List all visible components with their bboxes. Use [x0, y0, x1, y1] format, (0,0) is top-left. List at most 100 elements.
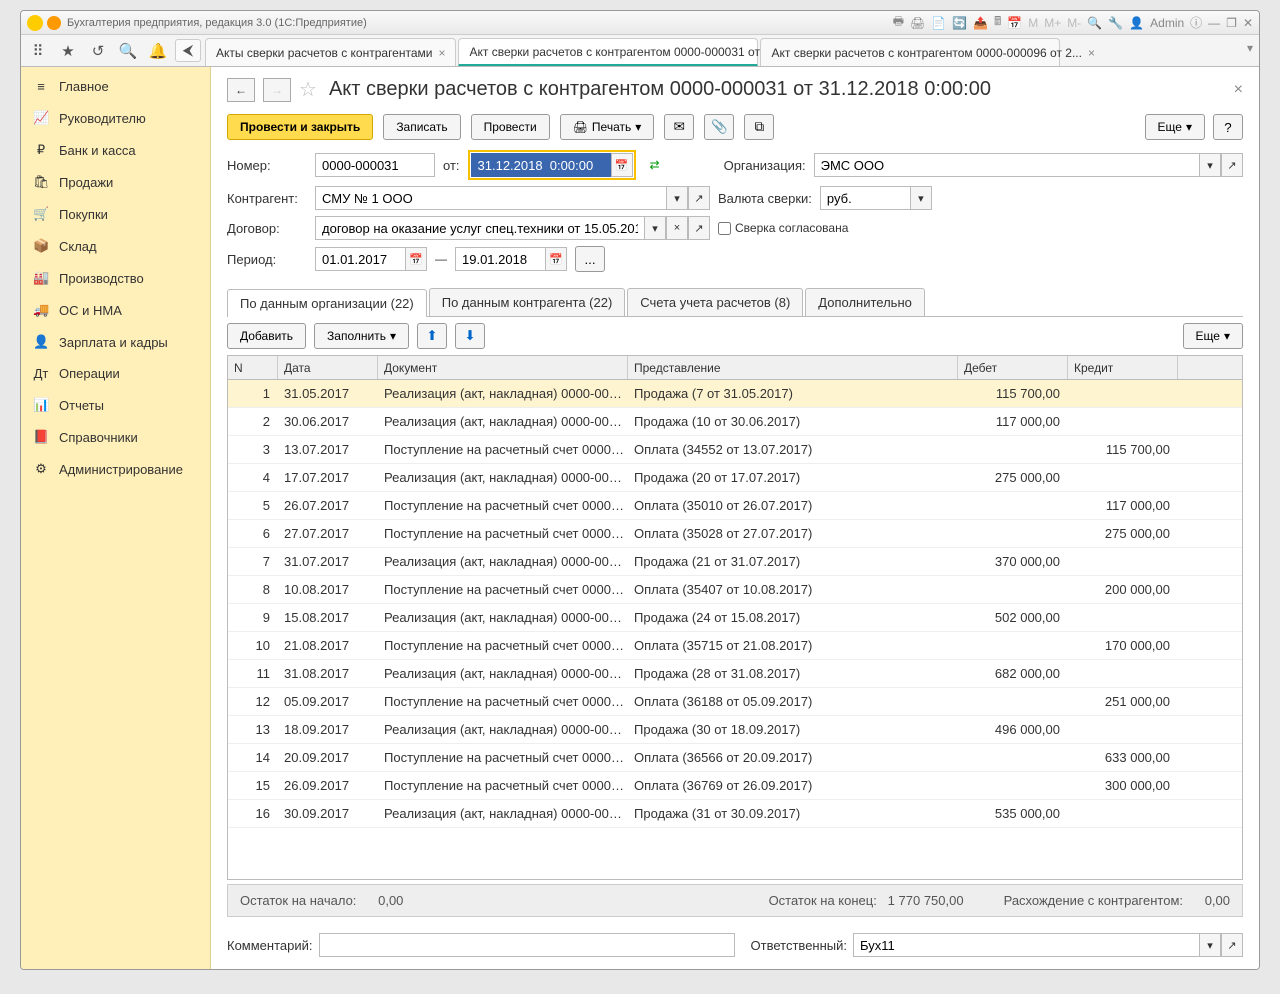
- dropdown-icon[interactable]: ▾: [666, 186, 688, 210]
- memory-mminus[interactable]: M-: [1067, 16, 1081, 30]
- fill-button[interactable]: Заполнить ▾: [314, 323, 409, 349]
- table-row[interactable]: 526.07.2017Поступление на расчетный счет…: [228, 492, 1242, 520]
- table-row[interactable]: 1131.08.2017Реализация (акт, накладная) …: [228, 660, 1242, 688]
- cp-input[interactable]: [315, 186, 666, 210]
- refresh-icon[interactable]: 🔄: [952, 16, 967, 30]
- tab-menu-icon[interactable]: ▾: [1241, 35, 1259, 66]
- table-row[interactable]: 1420.09.2017Поступление на расчетный сче…: [228, 744, 1242, 772]
- detail-tab[interactable]: По данным организации (22): [227, 289, 427, 317]
- dropdown-icon[interactable]: ▾: [644, 216, 666, 240]
- open-icon[interactable]: ↗: [1221, 153, 1243, 177]
- comment-input[interactable]: [319, 933, 735, 957]
- calc-icon[interactable]: 🖩: [994, 12, 1001, 33]
- maximize-icon[interactable]: ❐: [1226, 16, 1237, 30]
- more-button[interactable]: Еще ▾: [1145, 114, 1205, 140]
- col-rep[interactable]: Представление: [628, 356, 958, 379]
- sidebar-item[interactable]: 🚚ОС и НМА: [21, 294, 210, 326]
- sidebar-item[interactable]: 📦Склад: [21, 230, 210, 262]
- col-date[interactable]: Дата: [278, 356, 378, 379]
- window-tab[interactable]: Акт сверки расчетов с контрагентом 0000-…: [760, 38, 1060, 66]
- email-button[interactable]: ✉: [664, 114, 694, 140]
- back-button[interactable]: ←: [227, 78, 255, 102]
- col-doc[interactable]: Документ: [378, 356, 628, 379]
- move-down-button[interactable]: ⬇: [455, 323, 485, 349]
- help-button[interactable]: ?: [1213, 114, 1243, 140]
- dropdown-icon[interactable]: ▾: [1199, 153, 1221, 177]
- sidebar-item[interactable]: 📊Отчеты: [21, 389, 210, 421]
- period-from-input[interactable]: [315, 247, 405, 271]
- detail-tab[interactable]: Дополнительно: [805, 288, 925, 316]
- detail-tab[interactable]: Счета учета расчетов (8): [627, 288, 803, 316]
- agreed-checkbox[interactable]: Сверка согласована: [718, 221, 848, 235]
- close-page-icon[interactable]: ×: [1234, 81, 1243, 99]
- add-button[interactable]: Добавить: [227, 323, 306, 349]
- cur-input[interactable]: [820, 186, 910, 210]
- table-row[interactable]: 627.07.2017Поступление на расчетный счет…: [228, 520, 1242, 548]
- table-row[interactable]: 915.08.2017Реализация (акт, накладная) 0…: [228, 604, 1242, 632]
- calendar-icon[interactable]: 📅: [1007, 16, 1022, 30]
- resp-input[interactable]: [853, 933, 1199, 957]
- zoom-icon[interactable]: 🔍: [1087, 16, 1102, 30]
- col-n[interactable]: N: [228, 356, 278, 379]
- open-icon[interactable]: ↗: [688, 216, 710, 240]
- calendar-picker-icon[interactable]: 📅: [405, 247, 427, 271]
- org-input[interactable]: [814, 153, 1199, 177]
- table-row[interactable]: 1318.09.2017Реализация (акт, накладная) …: [228, 716, 1242, 744]
- swap-icon[interactable]: ⇄: [650, 158, 660, 172]
- star-icon[interactable]: ☆: [299, 77, 317, 102]
- search-icon[interactable]: 🔍: [115, 42, 141, 60]
- sidebar-item[interactable]: ₽Банк и касса: [21, 134, 210, 166]
- col-credit[interactable]: Кредит: [1068, 356, 1178, 379]
- sidebar-item[interactable]: 👤Зарплата и кадры: [21, 326, 210, 358]
- minimize-icon[interactable]: —: [1208, 16, 1220, 30]
- memory-m[interactable]: M: [1028, 16, 1038, 30]
- save-icon[interactable]: 🖶: [893, 12, 904, 33]
- open-icon[interactable]: ↗: [1221, 933, 1243, 957]
- post-button[interactable]: Провести: [471, 114, 550, 140]
- move-up-button[interactable]: ⬆: [417, 323, 447, 349]
- table-row[interactable]: 417.07.2017Реализация (акт, накладная) 0…: [228, 464, 1242, 492]
- calendar-picker-icon[interactable]: 📅: [545, 247, 567, 271]
- print-button[interactable]: 🖨Печать▾: [560, 114, 655, 140]
- number-input[interactable]: [315, 153, 435, 177]
- col-debit[interactable]: Дебет: [958, 356, 1068, 379]
- dropdown-icon[interactable]: ▾: [1199, 933, 1221, 957]
- memory-mplus[interactable]: M+: [1044, 16, 1061, 30]
- table-row[interactable]: 313.07.2017Поступление на расчетный счет…: [228, 436, 1242, 464]
- date-input[interactable]: [471, 153, 611, 177]
- table-row[interactable]: 1205.09.2017Поступление на расчетный сче…: [228, 688, 1242, 716]
- open-icon[interactable]: ↗: [688, 186, 710, 210]
- apps-icon[interactable]: ⠿: [25, 42, 51, 60]
- sidebar-item[interactable]: ДтОперации: [21, 358, 210, 389]
- window-tab[interactable]: Акт сверки расчетов с контрагентом 0000-…: [458, 38, 758, 66]
- window-tab[interactable]: Акты сверки расчетов с контрагентами×: [205, 38, 456, 66]
- table-row[interactable]: 810.08.2017Поступление на расчетный счет…: [228, 576, 1242, 604]
- grid-more-button[interactable]: Еще ▾: [1183, 323, 1243, 349]
- sidebar-item[interactable]: 📈Руководителю: [21, 102, 210, 134]
- table-row[interactable]: 1526.09.2017Поступление на расчетный сче…: [228, 772, 1242, 800]
- forward-button[interactable]: →: [263, 78, 291, 102]
- grid-body[interactable]: 131.05.2017Реализация (акт, накладная) 0…: [228, 380, 1242, 879]
- print-icon[interactable]: 🖨: [910, 16, 925, 30]
- settings-icon[interactable]: 🔧: [1108, 16, 1123, 30]
- favorite-icon[interactable]: ★: [55, 42, 81, 60]
- export-icon[interactable]: 📤: [973, 16, 988, 30]
- sidebar-item[interactable]: 🏭Производство: [21, 262, 210, 294]
- sidebar-item[interactable]: ≡Главное: [21, 71, 210, 102]
- info-icon[interactable]: ⓘ: [1190, 14, 1202, 31]
- sidebar-item[interactable]: 🛍Продажи: [21, 166, 210, 198]
- clear-icon[interactable]: ×: [666, 216, 688, 240]
- table-row[interactable]: 1021.08.2017Поступление на расчетный сче…: [228, 632, 1242, 660]
- close-icon[interactable]: ✕: [1243, 16, 1253, 30]
- contract-input[interactable]: [315, 216, 644, 240]
- period-to-input[interactable]: [455, 247, 545, 271]
- user-icon[interactable]: 👤: [1129, 16, 1144, 30]
- table-row[interactable]: 131.05.2017Реализация (акт, накладная) 0…: [228, 380, 1242, 408]
- sidebar-item[interactable]: 🛒Покупки: [21, 198, 210, 230]
- attach-button[interactable]: 📎: [704, 114, 734, 140]
- doc-icon[interactable]: 📄: [931, 16, 946, 30]
- write-button[interactable]: Записать: [383, 114, 460, 140]
- dropdown-icon[interactable]: [47, 16, 61, 30]
- table-row[interactable]: 731.07.2017Реализация (акт, накладная) 0…: [228, 548, 1242, 576]
- bell-icon[interactable]: 🔔: [145, 42, 171, 60]
